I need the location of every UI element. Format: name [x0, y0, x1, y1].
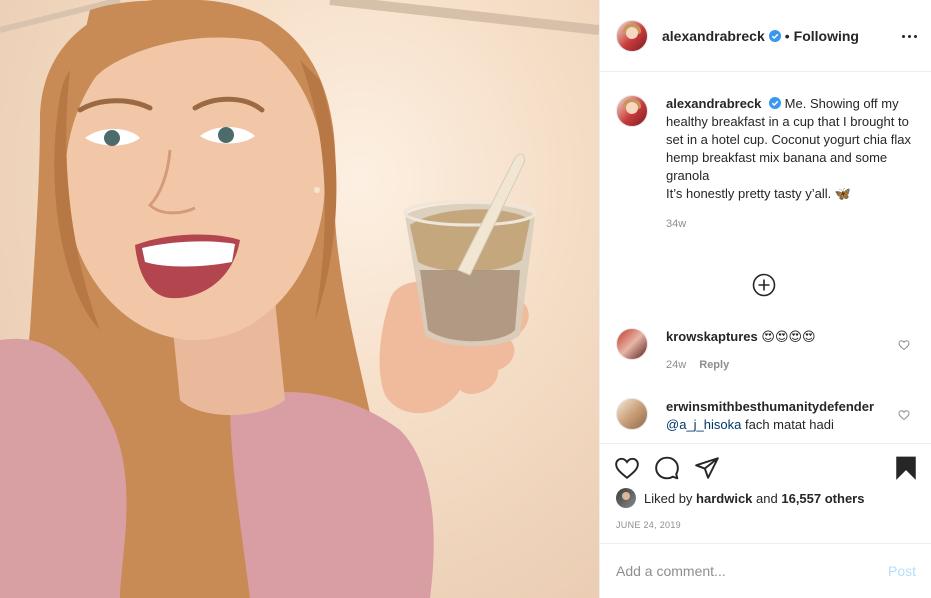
add-comment-bar: Post — [600, 543, 931, 598]
verified-badge-icon — [769, 97, 782, 109]
caption-author-avatar[interactable] — [616, 95, 648, 127]
commenter-avatar[interactable] — [616, 398, 648, 430]
comment-body: krowskaptures 😍😍😍😍 24w Reply — [666, 328, 886, 374]
plus-circle-icon[interactable] — [752, 273, 776, 297]
reply-button[interactable]: Reply — [699, 359, 729, 371]
liked-by-prefix: Liked by — [644, 490, 693, 506]
commenter-username[interactable]: krowskaptures — [666, 329, 758, 344]
post-caption: alexandrabreck Me. Showing off my health… — [616, 95, 916, 233]
comment-item: erwinsmithbesthumanitydefender @a_j_hiso… — [616, 398, 916, 434]
post-date[interactable]: June 24, 2019 — [616, 520, 681, 530]
liker-avatar[interactable] — [616, 488, 636, 508]
comment-body: erwinsmithbesthumanitydefender @a_j_hiso… — [666, 398, 886, 434]
comment-item: krowskaptures 😍😍😍😍 24w Reply — [616, 328, 916, 374]
bookmark-filled-icon[interactable] — [893, 455, 919, 481]
comment-meta: 24w Reply — [666, 356, 886, 374]
heart-icon[interactable] — [614, 455, 640, 481]
caption-username[interactable]: alexandrabreck — [666, 96, 761, 111]
comment-like-heart-icon[interactable] — [898, 339, 910, 351]
author-username[interactable]: alexandrabreck — [662, 28, 765, 44]
caption-body: alexandrabreck Me. Showing off my health… — [666, 95, 916, 233]
comment-timestamp[interactable]: 24w — [666, 359, 686, 371]
action-bar — [600, 443, 931, 491]
author-avatar[interactable] — [616, 19, 648, 52]
commenter-avatar[interactable] — [616, 328, 648, 360]
post-photo[interactable] — [0, 0, 599, 598]
comment-mention-link[interactable]: @a_j_hisoka — [666, 417, 741, 432]
comment-like-heart-icon[interactable] — [898, 409, 910, 421]
likes-count[interactable]: 16,557 others — [781, 491, 864, 506]
comment-input[interactable] — [616, 563, 888, 579]
caption-timestamp[interactable]: 34w — [666, 215, 916, 233]
commenter-username[interactable]: erwinsmithbesthumanitydefender — [666, 399, 874, 414]
liker-username[interactable]: hardwick — [696, 491, 752, 506]
liked-by-conjunction: and — [756, 490, 778, 506]
post-details-panel: alexandrabreck • Following alexandrabrec… — [599, 0, 931, 598]
comments-list[interactable]: alexandrabreck Me. Showing off my health… — [600, 73, 931, 442]
post-photo-illustration — [0, 0, 599, 598]
following-button[interactable]: Following — [794, 28, 859, 44]
post-comment-button[interactable]: Post — [888, 563, 916, 579]
comment-bubble-icon[interactable] — [654, 455, 680, 481]
more-options-icon[interactable] — [902, 28, 918, 44]
separator-dot: • — [784, 27, 790, 44]
comment-text: 😍😍😍😍 — [761, 329, 816, 344]
post-header: alexandrabreck • Following — [600, 0, 931, 72]
caption-text: Me. Showing off my healthy breakfast in … — [666, 96, 911, 201]
paper-plane-icon[interactable] — [694, 455, 720, 481]
comment-text: fach matat hadi — [741, 417, 834, 432]
liked-by-summary[interactable]: Liked by hardwick and 16,557 others — [616, 488, 864, 508]
verified-badge-icon — [768, 29, 781, 42]
